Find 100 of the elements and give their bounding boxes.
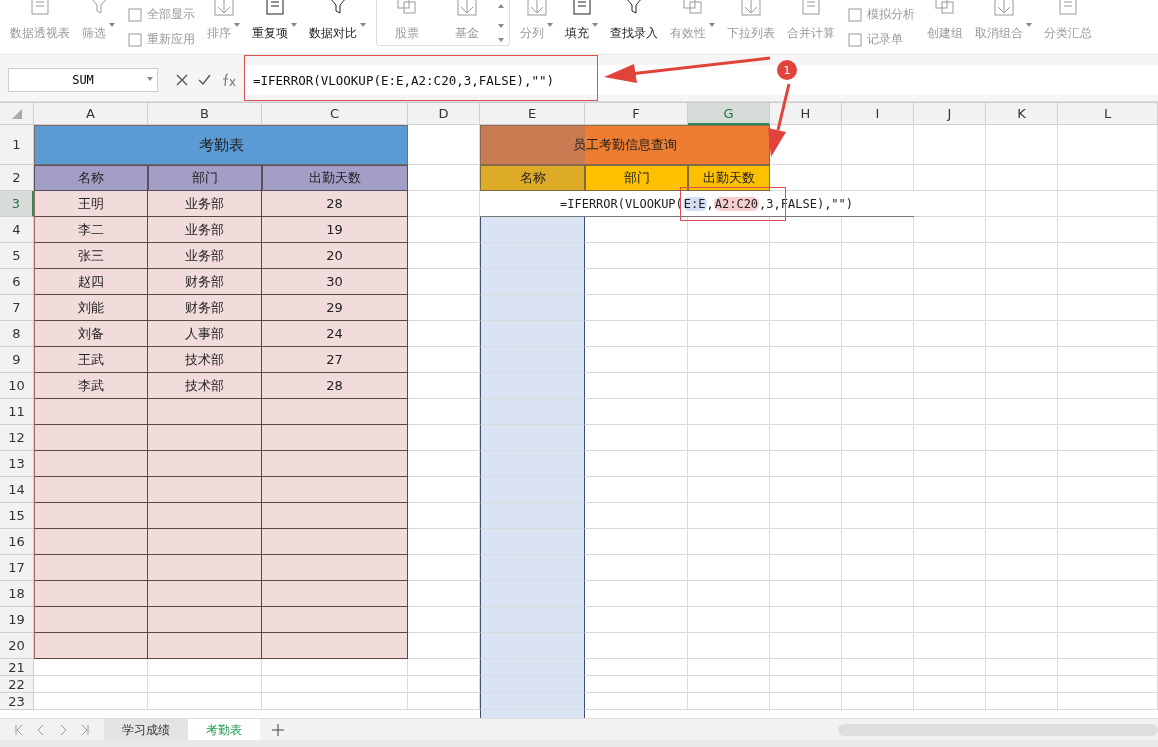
toolbar-icon [847,6,863,23]
row-header[interactable]: 14 [0,477,34,503]
select-all-corner[interactable] [0,103,34,125]
table-cell: 王武 [34,347,148,373]
empty-cell[interactable] [480,269,585,295]
table-cell: 技术部 [148,347,262,373]
checkmark-icon[interactable] [198,74,211,86]
empty-cell[interactable] [480,373,585,399]
toolbar-icon [127,31,143,48]
toolbar-icon [211,0,236,18]
row-header[interactable]: 17 [0,555,34,581]
add-sheet-icon[interactable] [272,724,284,736]
empty-cell[interactable] [480,529,585,555]
table-cell: 刘能 [34,295,148,321]
empty-cell[interactable] [480,451,585,477]
empty-cell[interactable] [480,633,585,659]
column-header[interactable]: G [688,103,770,125]
table-cell: 财务部 [148,295,262,321]
last-sheet-icon[interactable] [80,724,90,736]
column-header[interactable]: K [986,103,1058,125]
column-header[interactable]: L [1058,103,1158,125]
row-header[interactable]: 21 [0,659,34,676]
table-cell: 29 [262,295,408,321]
row-header[interactable]: 8 [0,321,34,347]
toolbar-button[interactable]: 查找录入 [604,4,664,42]
function-icon[interactable] [221,73,237,87]
row-header[interactable]: 2 [0,165,34,191]
empty-cell[interactable] [480,425,585,451]
table-cell: 李二 [34,217,148,243]
toolbar-icon [1056,0,1080,18]
name-box[interactable]: SUM [8,68,158,92]
table-cell: 人事部 [148,321,262,347]
sheet-tab[interactable]: 学习成绩 [104,719,188,741]
empty-cell[interactable] [480,477,585,503]
row-header[interactable]: 11 [0,399,34,425]
table-cell: 赵四 [34,269,148,295]
table-cell: 业务部 [148,191,262,217]
column-heading: 部门 [585,165,688,191]
toolbar-button[interactable]: 数据对比 [303,4,372,42]
sheet-tab[interactable]: 考勤表 [188,719,260,741]
row-header[interactable]: 7 [0,295,34,321]
table-cell: 技术部 [148,373,262,399]
row-header[interactable]: 18 [0,581,34,607]
toolbar-icon [991,0,1016,18]
table-title: 员工考勤信息查询 [480,125,770,165]
empty-cell[interactable] [480,243,585,269]
empty-cell[interactable] [480,607,585,633]
toolbar-button[interactable]: 填充 [559,4,604,42]
column-header[interactable]: E [480,103,585,125]
column-header[interactable]: B [148,103,262,125]
row-header[interactable]: 22 [0,676,34,693]
row-header[interactable]: 13 [0,451,34,477]
row-header[interactable]: 3 [0,191,34,217]
table-cell: 19 [262,217,408,243]
column-header[interactable]: H [770,103,842,125]
toolbar-button[interactable]: 重复项 [246,4,303,42]
column-header[interactable]: C [262,103,408,125]
empty-cell[interactable] [480,321,585,347]
empty-cell[interactable] [480,676,585,693]
scroll-arrows-icon [497,4,505,44]
previous-icon[interactable] [36,724,46,736]
empty-cell[interactable] [480,217,585,243]
empty-cell[interactable] [480,693,585,710]
empty-cell[interactable] [480,347,585,373]
toolbar-icon [127,6,143,23]
row-header[interactable]: 12 [0,425,34,451]
toolbar-icon [28,0,52,18]
table-cell: 李武 [34,373,148,399]
empty-cell[interactable] [480,399,585,425]
toolbar-icon [799,0,823,18]
empty-cell[interactable] [480,503,585,529]
column-header[interactable]: F [585,103,688,125]
row-header[interactable]: 15 [0,503,34,529]
empty-cell[interactable] [480,659,585,676]
empty-cell[interactable] [480,555,585,581]
row-header[interactable]: 9 [0,347,34,373]
toolbar-icon [739,0,763,18]
table-cell: 27 [262,347,408,373]
row-header[interactable]: 4 [0,217,34,243]
column-header[interactable]: D [408,103,480,125]
table-cell: 业务部 [148,217,262,243]
toolbar-icon [455,0,479,18]
close-icon[interactable] [176,74,188,86]
table-cell: 业务部 [148,243,262,269]
column-header[interactable]: A [34,103,148,125]
row-header[interactable]: 20 [0,633,34,659]
row-header[interactable]: 5 [0,243,34,269]
empty-cell[interactable] [480,581,585,607]
empty-cell[interactable] [480,295,585,321]
row-header[interactable]: 16 [0,529,34,555]
next-icon[interactable] [58,724,68,736]
row-header[interactable]: 10 [0,373,34,399]
column-header[interactable]: I [842,103,914,125]
row-header[interactable]: 19 [0,607,34,633]
toolbar-icon [847,31,863,48]
row-header[interactable]: 23 [0,693,34,710]
row-header[interactable]: 1 [0,125,34,165]
row-header[interactable]: 6 [0,269,34,295]
column-header[interactable]: J [914,103,986,125]
first-sheet-icon[interactable] [14,724,24,736]
